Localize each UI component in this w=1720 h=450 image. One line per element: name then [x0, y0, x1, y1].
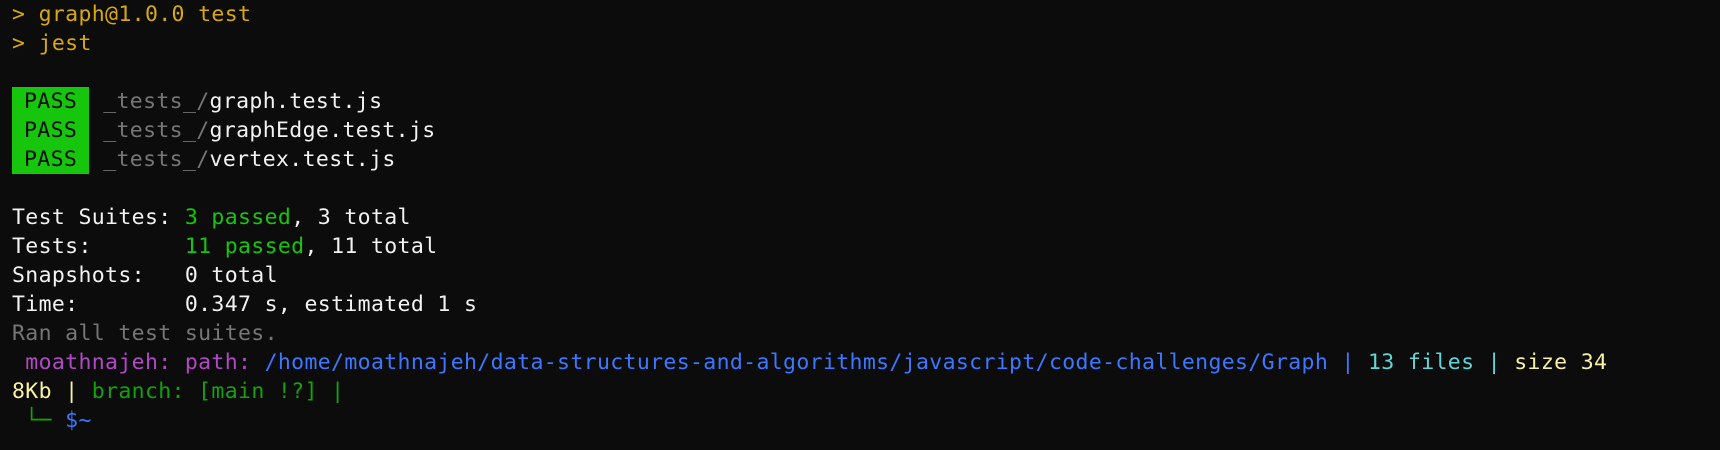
- time-value: 0.347 s, estimated 1 s: [184, 292, 478, 317]
- prompt-separator: |: [317, 379, 345, 404]
- prompt-separator: |: [1474, 350, 1501, 375]
- prompt-separator: |: [51, 379, 79, 404]
- summary-label: Snapshots:: [12, 263, 185, 288]
- tests-passed: 11 passed: [184, 234, 305, 259]
- pass-badge: PASS: [12, 145, 90, 174]
- pass-badge: PASS: [12, 116, 90, 145]
- test-result-row: PASS _tests_/graph.test.js: [12, 87, 1720, 116]
- summary-label: Tests:: [12, 234, 185, 259]
- pass-badge: PASS: [12, 87, 90, 116]
- summary-time: Time: 0.347 s, estimated 1 s: [12, 290, 1720, 319]
- prompt-line-2: 8Kb | branch: [main !?] |: [12, 377, 1720, 406]
- terminal-window[interactable]: > graph@1.0.0 test > jest PASS _tests_/gr…: [0, 0, 1720, 450]
- prompt-path-label: path:: [171, 350, 252, 375]
- summary-tests: Tests: 11 passed, 11 total: [12, 232, 1720, 261]
- prompt-line-3[interactable]: └─ $~: [12, 406, 1720, 435]
- npm-script-line: > graph@1.0.0 test: [12, 2, 252, 27]
- ran-all-message: Ran all test suites.: [12, 321, 278, 346]
- prompt-path: /home/moathnajeh/data-structures-and-alg…: [251, 350, 1329, 375]
- jest-command-line: > jest: [12, 31, 92, 56]
- prompt-cursor[interactable]: $~: [52, 408, 92, 433]
- summary-suites: Test Suites: 3 passed, 3 total: [12, 203, 1720, 232]
- test-dir: _tests_/: [103, 89, 210, 114]
- test-result-row: PASS _tests_/graphEdge.test.js: [12, 116, 1720, 145]
- prompt-size-cont: 8Kb: [12, 379, 52, 404]
- summary-snapshots: Snapshots: 0 total: [12, 261, 1720, 290]
- prompt-file-count: 13 files: [1354, 350, 1475, 375]
- prompt-separator: |: [1328, 350, 1355, 375]
- prompt-branch-label: branch:: [78, 379, 185, 404]
- prompt-line-1: moathnajeh: path: /home/moathnajeh/data-…: [12, 348, 1720, 377]
- summary-label: Test Suites:: [12, 205, 185, 230]
- snapshots-value: 0 total: [184, 263, 278, 288]
- test-result-row: PASS _tests_/vertex.test.js: [12, 145, 1720, 174]
- corner-icon: └─: [12, 408, 52, 433]
- test-file: vertex.test.js: [209, 147, 396, 172]
- suites-total: , 3 total: [291, 205, 411, 230]
- test-file: graphEdge.test.js: [209, 118, 436, 143]
- prompt-branch-value: [main !?]: [184, 379, 318, 404]
- tests-total: , 11 total: [304, 234, 438, 259]
- prompt-size: size 34: [1500, 350, 1608, 375]
- test-dir: _tests_/: [103, 118, 210, 143]
- suites-passed: 3 passed: [184, 205, 292, 230]
- test-file: graph.test.js: [209, 89, 383, 114]
- summary-label: Time:: [12, 292, 185, 317]
- test-dir: _tests_/: [103, 147, 210, 172]
- prompt-user: moathnajeh:: [12, 350, 172, 375]
